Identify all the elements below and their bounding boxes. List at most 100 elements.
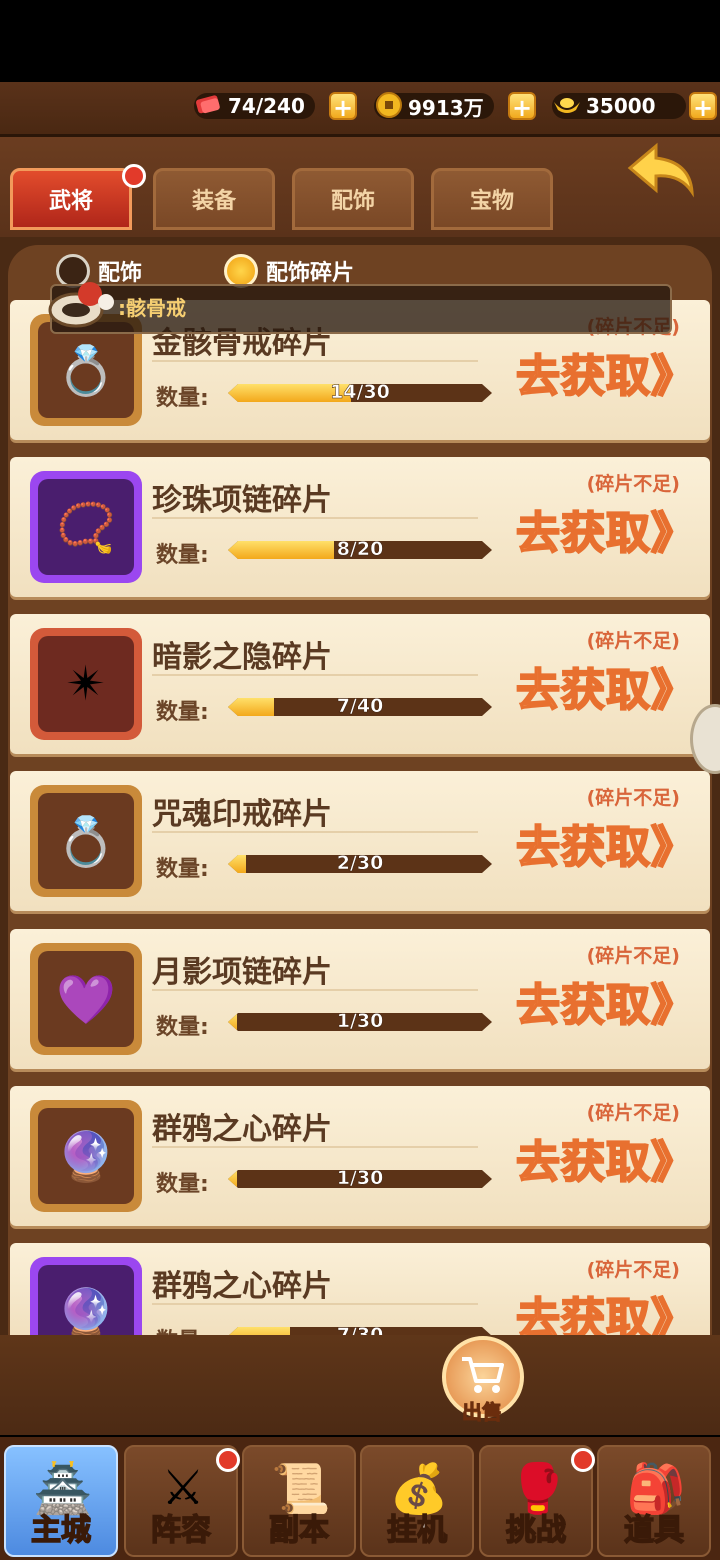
notification-dot: [216, 1448, 240, 1472]
divider: [152, 517, 478, 519]
progress-bar: 8/20: [228, 541, 492, 559]
item-frame[interactable]: 🔮: [30, 1100, 142, 1212]
progress-bar: 1/30: [228, 1170, 492, 1188]
nav-label: 主城: [30, 1512, 92, 1549]
item-name: 珍珠项链碎片: [152, 483, 332, 518]
progress-bar: 14/30: [228, 384, 492, 402]
tab-label: 配饰: [330, 189, 375, 214]
resource-gold: 35000: [552, 92, 686, 120]
insufficient-label: (碎片不足): [586, 473, 680, 495]
ticket-icon: [194, 90, 224, 120]
progress-text: 7/40: [336, 695, 384, 717]
fragment-card: 🔮 群鸦之心碎片数量: 7/30 (碎片不足)去获取》: [10, 1243, 710, 1335]
sell-label: 出售: [462, 1400, 503, 1425]
tab-accessories[interactable]: 配饰: [292, 168, 414, 230]
progress-bar: 2/30: [228, 855, 492, 873]
progress-text: 7/30: [336, 1324, 384, 1335]
get-more-button[interactable]: 去获取》: [515, 811, 696, 875]
item-frame[interactable]: ✴: [30, 628, 142, 740]
tab-generals[interactable]: 武将: [10, 168, 132, 230]
item-name: 群鸦之心碎片: [152, 1269, 332, 1304]
quantity-label: 数量:: [156, 857, 209, 882]
amethyst-necklace-icon: 💜: [38, 951, 134, 1047]
item-frame[interactable]: 💍: [30, 785, 142, 897]
status-bar-area: [0, 0, 720, 82]
progress-bar: 7/40: [228, 698, 492, 716]
back-arrow-icon[interactable]: [626, 142, 698, 198]
divider: [152, 831, 478, 833]
add-stamina-button[interactable]: +: [329, 92, 357, 122]
progress-text: 1/30: [336, 1167, 384, 1189]
raven-heart-necklace-icon: 🔮: [38, 1265, 134, 1335]
nav-label: 挑战: [505, 1512, 567, 1549]
fragment-card: 📿 珍珠项链碎片数量: 8/20 (碎片不足) 去获取》: [10, 457, 710, 597]
progress-bar: 7/30: [228, 1327, 492, 1335]
progress-text: 14/30: [330, 381, 390, 403]
get-more-button[interactable]: 去获取》: [515, 1283, 696, 1335]
add-gold-button[interactable]: +: [689, 92, 717, 122]
fragment-card: 💍 咒魂印戒碎片 数量: 2/30 (碎片不足) 去获取》: [10, 771, 710, 911]
filter-label: 配饰碎片: [266, 261, 355, 286]
quantity-label: 数量:: [156, 1323, 209, 1335]
pearl-necklace-icon: 📿: [38, 479, 134, 575]
gold-ingot-icon: [552, 90, 582, 120]
nav-label: 副本: [268, 1512, 330, 1549]
quantity-label: 数量:: [156, 386, 209, 411]
get-more-button[interactable]: 去获取》: [515, 969, 696, 1033]
item-frame[interactable]: 📿: [30, 471, 142, 583]
progress-text: 8/20: [336, 538, 384, 560]
golden-skull-ring-icon: 💍: [38, 322, 134, 418]
tab-label: 装备: [191, 189, 236, 214]
shadow-shuriken-icon: ✴: [38, 636, 134, 732]
nav-label: 挂机: [386, 1512, 448, 1549]
divider: [152, 360, 478, 362]
tab-equipment[interactable]: 装备: [153, 168, 275, 230]
item-name: 群鸦之心碎片: [152, 1112, 332, 1147]
insufficient-label: (碎片不足): [586, 945, 680, 967]
quantity-label: 数量:: [156, 543, 209, 568]
resource-stamina: 74/240: [194, 92, 315, 120]
item-name: 月影项链碎片: [152, 955, 332, 990]
ring-icon: [46, 272, 126, 332]
filter-accessory-fragments[interactable]: 配饰碎片: [224, 254, 354, 288]
divider: [152, 1146, 478, 1148]
add-coins-button[interactable]: +: [508, 92, 536, 122]
tab-treasures[interactable]: 宝物: [431, 168, 553, 230]
resource-coins: 9913万: [374, 92, 494, 120]
item-frame[interactable]: 💜: [30, 943, 142, 1055]
tooltip-text: :骸骨戒: [118, 296, 186, 320]
quantity-label: 数量:: [156, 1172, 209, 1197]
insufficient-label: (碎片不足): [586, 787, 680, 809]
get-more-button[interactable]: 去获取》: [515, 497, 696, 561]
fragment-card: 🔮 群鸦之心碎片 数量: 1/30 (碎片不足) 去获取》: [10, 1086, 710, 1226]
nav-label: 道具: [623, 1512, 685, 1549]
nav-label: 阵容: [150, 1512, 212, 1549]
get-more-button[interactable]: 去获取》: [515, 654, 696, 718]
cart-icon: [460, 1355, 506, 1399]
progress-text: 1/30: [336, 1010, 384, 1032]
get-more-button[interactable]: 去获取》: [515, 1126, 696, 1190]
progress-text: 2/30: [336, 852, 384, 874]
item-frame[interactable]: 🔮: [30, 1257, 142, 1335]
quantity-label: 数量:: [156, 700, 209, 725]
insufficient-label: (碎片不足): [586, 1259, 680, 1281]
get-more-button[interactable]: 去获取》: [515, 340, 696, 404]
coin-icon: [374, 90, 404, 120]
quantity-label: 数量:: [156, 1015, 209, 1040]
fragment-card: 💜 月影项链碎片数量: 1/30 (碎片不足) 去获取》: [10, 929, 710, 1069]
raven-heart-necklace-icon: 🔮: [38, 1108, 134, 1204]
fragment-card: ✴ 暗影之隐碎片数量: 7/40 (碎片不足) 去获取》: [10, 614, 710, 754]
notification-dot: [122, 164, 146, 188]
item-name: 暗影之隐碎片: [152, 640, 332, 675]
divider: [152, 989, 478, 991]
insufficient-label: (碎片不足): [586, 630, 680, 652]
nav-palace[interactable]: 🏯 主城: [4, 1445, 118, 1557]
divider: [152, 1303, 478, 1305]
nav-scroll-map[interactable]: 📜 副本: [242, 1445, 356, 1557]
divider: [152, 674, 478, 676]
nav-item-bag[interactable]: 🎒 道具: [597, 1445, 711, 1557]
tab-label: 宝物: [469, 189, 514, 214]
radio-checked-icon: [224, 254, 258, 288]
progress-bar: 1/30: [228, 1013, 492, 1031]
nav-treasure-bag[interactable]: 💰 挂机: [360, 1445, 474, 1557]
